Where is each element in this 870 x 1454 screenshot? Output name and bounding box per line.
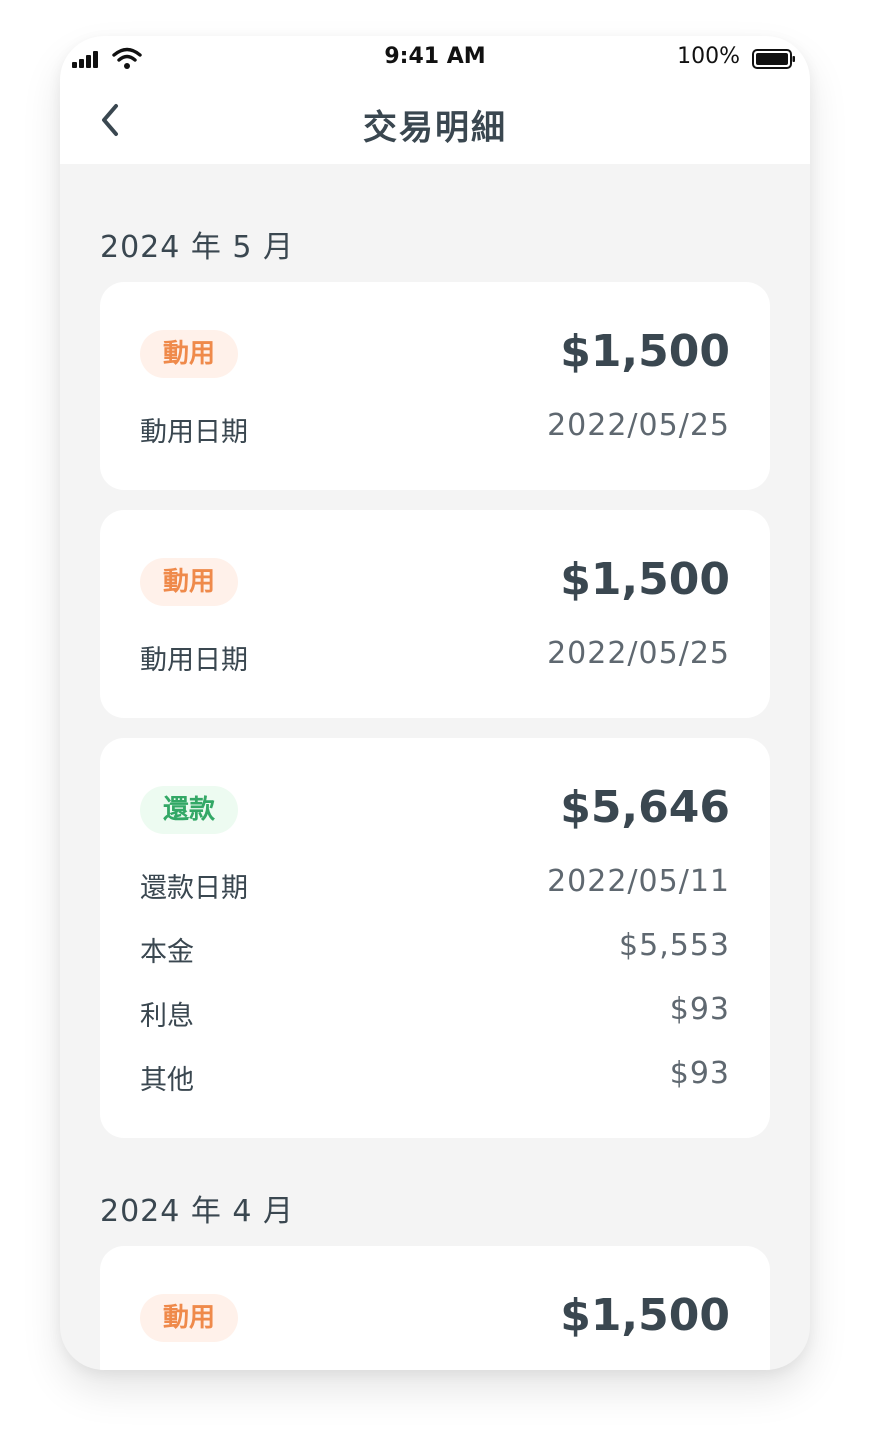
detail-label: 動用日期 bbox=[140, 645, 248, 676]
detail-value: $93 bbox=[669, 1056, 730, 1091]
transaction-card[interactable]: 動用 $1,500 bbox=[100, 1246, 770, 1370]
detail-label: 其他 bbox=[140, 1065, 194, 1096]
battery-icon bbox=[752, 49, 795, 69]
detail-label: 利息 bbox=[140, 1001, 194, 1032]
month-header: 2024 年 4 月 bbox=[100, 1194, 295, 1229]
status-bar: 9:41 AM 100% bbox=[60, 36, 810, 80]
transaction-amount: $1,500 bbox=[560, 554, 730, 605]
detail-label: 還款日期 bbox=[140, 873, 248, 904]
transaction-amount: $1,500 bbox=[560, 1290, 730, 1341]
page-title: 交易明細 bbox=[363, 108, 507, 148]
detail-value: 2022/05/25 bbox=[547, 636, 730, 671]
battery-percentage: 100% bbox=[677, 44, 740, 69]
detail-value: $93 bbox=[669, 992, 730, 1027]
transaction-type-badge: 還款 bbox=[140, 786, 238, 834]
month-header: 2024 年 5 月 bbox=[100, 230, 295, 265]
detail-value: 2022/05/25 bbox=[547, 408, 730, 443]
transaction-type-badge: 動用 bbox=[140, 558, 238, 606]
detail-label: 本金 bbox=[140, 937, 194, 968]
transaction-card[interactable]: 還款 $5,646 還款日期 2022/05/11 本金 $5,553 利息 $… bbox=[100, 738, 770, 1138]
detail-value: 2022/05/11 bbox=[547, 864, 730, 899]
transaction-card[interactable]: 動用 $1,500 動用日期 2022/05/25 bbox=[100, 510, 770, 718]
transaction-amount: $1,500 bbox=[560, 326, 730, 377]
transaction-amount: $5,646 bbox=[560, 782, 730, 833]
phone-frame: 9:41 AM 100% 交易明細 2024 年 5 月 動用 $1,500 動… bbox=[60, 36, 810, 1370]
navigation-bar: 交易明細 bbox=[60, 80, 810, 164]
detail-value: $5,553 bbox=[619, 928, 730, 963]
detail-label: 動用日期 bbox=[140, 417, 248, 448]
transaction-type-badge: 動用 bbox=[140, 1294, 238, 1342]
transaction-card[interactable]: 動用 $1,500 動用日期 2022/05/25 bbox=[100, 282, 770, 490]
transaction-type-badge: 動用 bbox=[140, 330, 238, 378]
